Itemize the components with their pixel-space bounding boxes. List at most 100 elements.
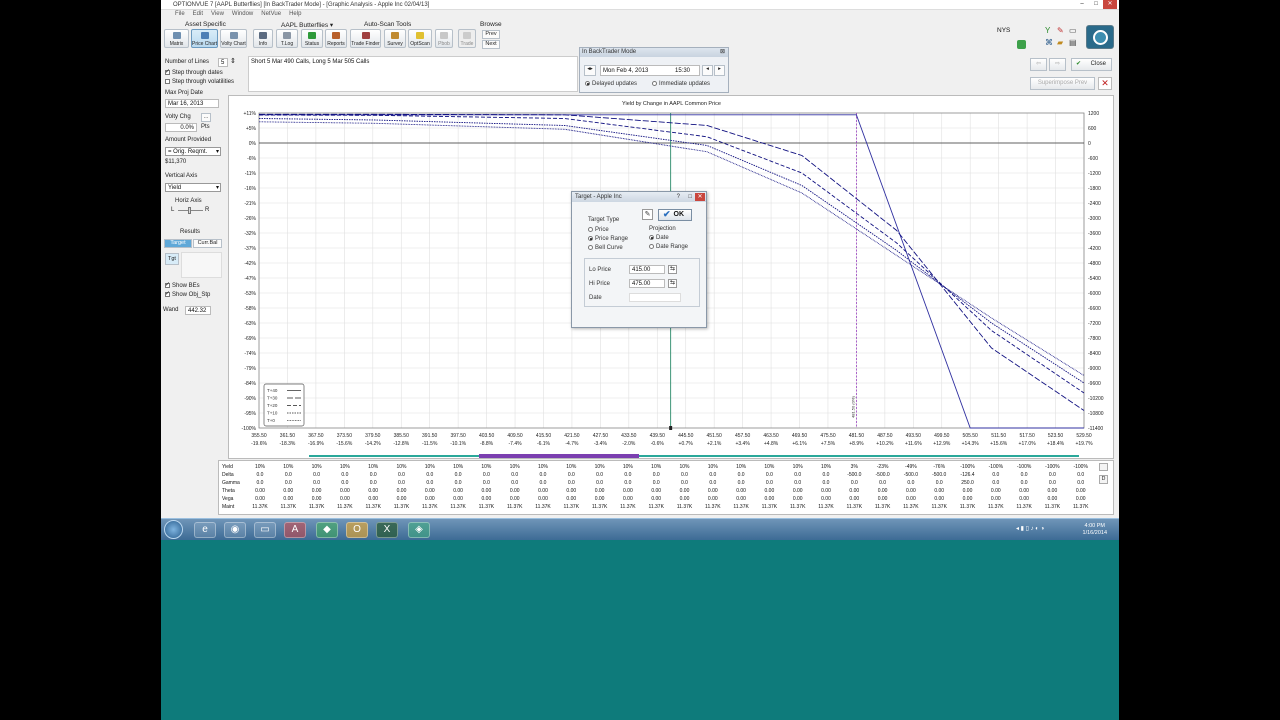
close-button[interactable]: ✔ Close: [1071, 58, 1112, 71]
show-objstp-checkbox[interactable]: Show Obj_Stp: [165, 290, 210, 298]
step-vols-checkbox[interactable]: Step through volatilities: [165, 79, 234, 85]
menu-edit[interactable]: Edit: [193, 11, 203, 20]
outlook-icon[interactable]: O: [346, 522, 368, 538]
start-button[interactable]: [164, 520, 183, 539]
price-range-radio[interactable]: Price Range: [588, 236, 628, 242]
maximize-button[interactable]: □: [1089, 0, 1103, 9]
print-icon[interactable]: ▤: [1069, 38, 1077, 47]
bt-step-back-button[interactable]: ◂▸: [584, 65, 596, 76]
greeks-cell: 11.37K: [705, 504, 721, 510]
chrome-icon[interactable]: ◉: [224, 522, 246, 538]
haxis-slider-thumb[interactable]: [188, 207, 191, 214]
greeks-detail-icon[interactable]: D: [1099, 475, 1108, 484]
show-bes-checkbox[interactable]: Show BEs: [165, 281, 200, 289]
survey-button[interactable]: Survey: [384, 29, 406, 48]
app-green-icon[interactable]: ◆: [316, 522, 338, 538]
price-chart-button[interactable]: Price Chart: [191, 29, 218, 48]
excel-icon[interactable]: X: [376, 522, 398, 538]
greeks-cell: 0.0: [313, 472, 321, 478]
portfolio-dropdown[interactable]: AAPL Butterflies ▾: [281, 21, 333, 29]
back-nav-button[interactable]: ⇦: [1030, 58, 1047, 71]
step-dates-checkbox[interactable]: Step through dates: [165, 68, 223, 76]
reports-button[interactable]: Reports: [325, 29, 347, 48]
greeks-cell: 0.0: [369, 480, 377, 486]
folder-taskbar-icon[interactable]: ▭: [254, 522, 276, 538]
date-field[interactable]: [629, 293, 681, 302]
greeks-cell: 0.0: [567, 480, 575, 486]
hi-price-pick-icon[interactable]: ⇆: [668, 279, 677, 288]
optscan-button[interactable]: OptScan: [408, 29, 432, 48]
target-button[interactable]: Target: [164, 239, 192, 248]
network-icon[interactable]: ⌘: [1045, 38, 1053, 47]
volty-field[interactable]: 0.0%: [165, 123, 197, 132]
tgt-button[interactable]: Tgt: [165, 253, 179, 265]
optscan-label: OptScan: [410, 41, 430, 47]
ie-icon[interactable]: e: [194, 522, 216, 538]
date-radio[interactable]: Date: [649, 235, 669, 241]
bell-curve-radio[interactable]: Bell Curve: [588, 245, 623, 251]
backtrader-close-icon[interactable]: ⊠: [720, 48, 725, 57]
next-button[interactable]: Next: [482, 40, 500, 49]
superimpose-button[interactable]: Superimpose Prev: [1030, 77, 1095, 90]
bt-next-button[interactable]: ▸: [714, 65, 725, 76]
acrobat-icon[interactable]: A: [284, 522, 306, 538]
menu-bar: File Edit View Window NetVue Help: [161, 11, 301, 20]
pencil-icon[interactable]: ✎: [642, 209, 653, 220]
optionvue-taskbar-icon[interactable]: ◈: [408, 522, 430, 538]
ok-button[interactable]: ✔ OK: [658, 209, 692, 221]
menu-netvue[interactable]: NetVue: [261, 11, 281, 20]
bt-date-field[interactable]: Mon Feb 4, 2013 15:30: [600, 65, 700, 76]
max-proj-field[interactable]: Mar 16, 2013: [165, 99, 219, 108]
volty-chart-button[interactable]: Volty Chart: [220, 29, 247, 48]
menu-file[interactable]: File: [175, 11, 185, 20]
wand-field[interactable]: 442.32: [185, 306, 211, 315]
y-left-tick: -53%: [244, 291, 256, 297]
price-radio[interactable]: Price: [588, 227, 609, 233]
num-lines-value[interactable]: 5: [218, 58, 228, 67]
bt-delayed-radio[interactable]: Delayed updates: [585, 81, 637, 87]
folder-icon[interactable]: ▰: [1057, 38, 1063, 47]
greeks-cell: 0.0: [398, 480, 405, 486]
greeks-scroll-icon[interactable]: [1099, 463, 1108, 471]
menu-view[interactable]: View: [211, 11, 224, 20]
dialog-help-icon[interactable]: ?: [677, 192, 680, 202]
date-radio-label: Date: [656, 235, 669, 241]
greeks-cell: 11.37K: [676, 504, 693, 510]
forward-nav-button[interactable]: ⇨: [1049, 58, 1066, 71]
greeks-cell: 0.00: [934, 488, 945, 494]
filter-icon[interactable]: Y: [1045, 26, 1050, 35]
delete-icon[interactable]: ✕: [1098, 77, 1112, 90]
amount-select[interactable]: = Orig. Reqmt.: [165, 147, 221, 156]
hi-price-field[interactable]: 475.00: [629, 279, 665, 288]
currbal-button[interactable]: Curr.Bal: [193, 239, 222, 248]
lo-price-pick-icon[interactable]: ⇆: [668, 265, 677, 274]
menu-help[interactable]: Help: [289, 11, 301, 20]
lo-price-field[interactable]: 415.00: [629, 265, 665, 274]
greeks-cell: 0.00: [707, 488, 718, 494]
volty-label: Volty Chg: [165, 114, 191, 120]
status-button[interactable]: Status: [301, 29, 323, 48]
volty-browse-button[interactable]: ...: [201, 113, 211, 122]
greeks-cell: 0.0: [1077, 480, 1085, 486]
info-button[interactable]: Info: [253, 29, 273, 48]
copy-icon[interactable]: ✎: [1057, 26, 1064, 35]
dialog-close-button[interactable]: ✕: [695, 193, 705, 201]
dialog-min-icon[interactable]: □: [688, 192, 692, 202]
tlog-button[interactable]: T.Log: [276, 29, 298, 48]
vaxis-select[interactable]: Yield: [165, 183, 221, 192]
num-lines-spinner[interactable]: ⇕: [230, 57, 236, 65]
trade-button[interactable]: Trade: [458, 29, 476, 48]
doc-icon[interactable]: ▭: [1069, 26, 1077, 35]
trade-finder-button[interactable]: Trade Finder: [350, 29, 381, 48]
prev-button[interactable]: Prev: [482, 30, 500, 39]
x-tick-label: 493.50: [906, 433, 922, 439]
pbob-button[interactable]: Pbob: [435, 29, 453, 48]
menu-window[interactable]: Window: [232, 11, 253, 20]
clock[interactable]: 4:00 PM 1/16/2014: [1083, 523, 1107, 537]
matrix-button[interactable]: Matrix: [164, 29, 189, 48]
date-range-radio[interactable]: Date Range: [649, 244, 688, 250]
minimize-button[interactable]: –: [1075, 0, 1089, 9]
bt-immediate-radio[interactable]: Immediate updates: [652, 81, 710, 87]
close-window-button[interactable]: ✕: [1103, 0, 1117, 9]
bt-prev-button[interactable]: ◂: [702, 65, 713, 76]
